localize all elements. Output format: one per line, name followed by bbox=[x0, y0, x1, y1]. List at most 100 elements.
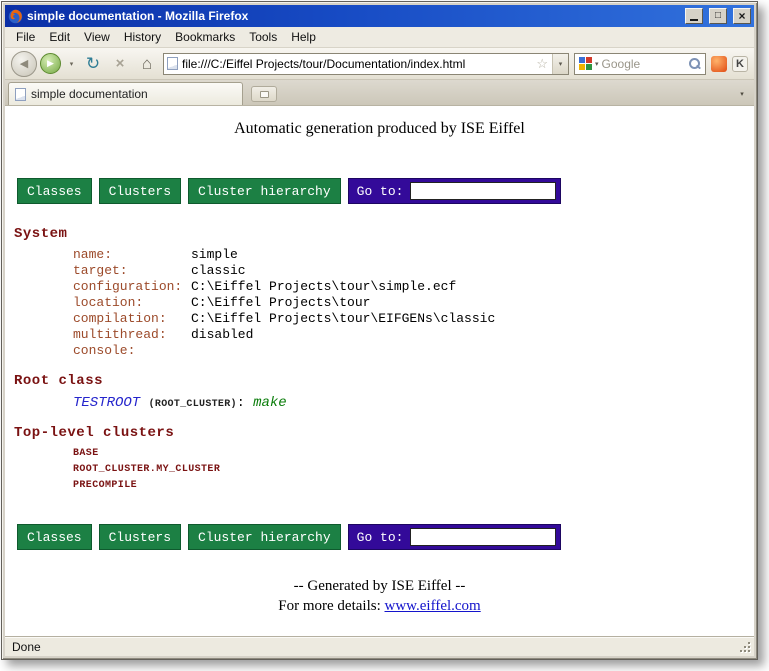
menu-edit[interactable]: Edit bbox=[42, 28, 77, 46]
root-class-heading: Root class bbox=[14, 373, 754, 389]
system-row-label: target: bbox=[73, 263, 191, 279]
system-heading: System bbox=[14, 226, 754, 242]
minimize-button[interactable] bbox=[685, 8, 703, 24]
page-icon bbox=[167, 57, 178, 70]
goto-input-bottom[interactable] bbox=[410, 528, 556, 546]
stop-button[interactable]: × bbox=[109, 53, 131, 75]
tab-label: simple documentation bbox=[31, 87, 148, 101]
make-feature-link[interactable]: make bbox=[253, 395, 287, 411]
forward-history-dropdown[interactable]: ▾ bbox=[66, 60, 77, 68]
forward-arrow-icon: ▶ bbox=[47, 58, 54, 69]
menu-history[interactable]: History bbox=[117, 28, 168, 46]
system-row: location: C:\Eiffel Projects\tour bbox=[73, 295, 754, 311]
search-engine-dropdown[interactable]: ▾ bbox=[595, 60, 599, 68]
system-row-label: configuration: bbox=[73, 279, 191, 295]
search-input[interactable] bbox=[602, 57, 685, 71]
system-row: compilation: C:\Eiffel Projects\tour\EIF… bbox=[73, 311, 754, 327]
doc-nav-top: Classes Clusters Cluster hierarchy Go to… bbox=[17, 178, 754, 204]
tab-list-button[interactable]: ▾ bbox=[733, 85, 751, 103]
system-row-label: location: bbox=[73, 295, 191, 311]
eiffel-link[interactable]: www.eiffel.com bbox=[385, 598, 481, 614]
system-row: target: classic bbox=[73, 263, 754, 279]
close-button[interactable]: × bbox=[733, 8, 751, 24]
system-row-value: disabled bbox=[191, 327, 253, 343]
system-row-label: multithread: bbox=[73, 327, 191, 343]
page-content: Automatic generation produced by ISE Eif… bbox=[5, 106, 754, 636]
system-row-value: simple bbox=[191, 247, 238, 263]
goto-box-bottom: Go to: bbox=[348, 524, 562, 550]
goto-box: Go to: bbox=[348, 178, 562, 204]
new-tab-button[interactable] bbox=[251, 86, 277, 102]
testroot-class-link[interactable]: TESTROOT bbox=[73, 395, 140, 411]
url-input[interactable] bbox=[182, 57, 532, 71]
home-button[interactable]: ⌂ bbox=[136, 53, 158, 75]
titlebar: simple documentation - Mozilla Firefox □… bbox=[5, 5, 754, 27]
system-row-label: compilation: bbox=[73, 311, 191, 327]
details-prefix: For more details: bbox=[278, 598, 380, 614]
page-title: Automatic generation produced by ISE Eif… bbox=[5, 120, 754, 138]
details-line: For more details: www.eiffel.com bbox=[5, 596, 754, 616]
bookmark-star-icon[interactable]: ☆ bbox=[536, 56, 548, 72]
system-row-value: classic bbox=[191, 263, 246, 279]
maximize-icon: □ bbox=[715, 11, 721, 21]
address-bar: ☆ ▾ bbox=[163, 53, 569, 75]
extension-icon-2[interactable]: K bbox=[732, 56, 748, 72]
system-row: name: simple bbox=[73, 247, 754, 263]
system-row-label: name: bbox=[73, 247, 191, 263]
system-row: console: bbox=[73, 343, 754, 359]
goto-label: Go to: bbox=[357, 184, 404, 199]
resize-grip[interactable] bbox=[740, 642, 752, 654]
doc-footer: -- Generated by ISE Eiffel -- For more d… bbox=[5, 576, 754, 616]
doc-nav-bottom: Classes Clusters Cluster hierarchy Go to… bbox=[17, 524, 754, 550]
cluster-link[interactable]: ROOT_CLUSTER.MY_CLUSTER bbox=[73, 462, 754, 478]
system-row-value: C:\Eiffel Projects\tour\simple.ecf bbox=[191, 279, 456, 295]
classes-button-bottom[interactable]: Classes bbox=[17, 524, 92, 550]
menu-view[interactable]: View bbox=[77, 28, 117, 46]
menu-bar: File Edit View History Bookmarks Tools H… bbox=[5, 27, 754, 48]
tab-favicon bbox=[15, 88, 26, 101]
generated-line: -- Generated by ISE Eiffel -- bbox=[5, 576, 754, 596]
system-row: configuration: C:\Eiffel Projects\tour\s… bbox=[73, 279, 754, 295]
system-row-value: C:\Eiffel Projects\tour bbox=[191, 295, 370, 311]
forward-button[interactable]: ▶ bbox=[40, 53, 61, 74]
menu-bookmarks[interactable]: Bookmarks bbox=[168, 28, 242, 46]
reload-button[interactable]: ↻ bbox=[82, 53, 104, 75]
close-icon: × bbox=[738, 10, 745, 22]
classes-button[interactable]: Classes bbox=[17, 178, 92, 204]
chevron-down-icon: ▾ bbox=[740, 90, 744, 98]
minimize-icon bbox=[690, 19, 698, 21]
menu-help[interactable]: Help bbox=[284, 28, 323, 46]
system-row: multithread: disabled bbox=[73, 327, 754, 343]
tab-bar: simple documentation ▾ bbox=[5, 80, 754, 106]
cluster-link[interactable]: BASE bbox=[73, 446, 754, 462]
cluster-link[interactable]: PRECOMPILE bbox=[73, 478, 754, 494]
cluster-list: BASE ROOT_CLUSTER.MY_CLUSTER PRECOMPILE bbox=[5, 446, 754, 494]
system-row-label: console: bbox=[73, 343, 191, 359]
clusters-button-bottom[interactable]: Clusters bbox=[99, 524, 181, 550]
root-class-line: TESTROOT (ROOT_CLUSTER): make bbox=[73, 395, 754, 411]
menu-tools[interactable]: Tools bbox=[242, 28, 284, 46]
goto-input[interactable] bbox=[410, 182, 556, 200]
new-tab-icon bbox=[260, 91, 269, 98]
search-bar: ▾ bbox=[574, 53, 706, 75]
cluster-hierarchy-button-bottom[interactable]: Cluster hierarchy bbox=[188, 524, 341, 550]
clusters-heading: Top-level clusters bbox=[14, 425, 754, 441]
url-history-dropdown[interactable]: ▾ bbox=[552, 54, 568, 74]
extension-icon-1[interactable] bbox=[711, 56, 727, 72]
status-bar: Done bbox=[5, 636, 754, 656]
tab-simple-documentation[interactable]: simple documentation bbox=[8, 82, 243, 105]
maximize-button[interactable]: □ bbox=[709, 8, 727, 24]
root-cluster-ref: (ROOT_CLUSTER) bbox=[149, 399, 237, 410]
navigation-toolbar: ◀ ▶ ▾ ↻ × ⌂ ☆ ▾ ▾ K bbox=[5, 48, 754, 80]
colon-separator: : bbox=[237, 395, 245, 410]
google-logo-icon[interactable] bbox=[579, 57, 592, 70]
clusters-button[interactable]: Clusters bbox=[99, 178, 181, 204]
goto-label-bottom: Go to: bbox=[357, 530, 404, 545]
cluster-hierarchy-button[interactable]: Cluster hierarchy bbox=[188, 178, 341, 204]
firefox-logo-icon bbox=[8, 9, 23, 24]
search-magnifier-icon[interactable] bbox=[688, 57, 701, 70]
status-text: Done bbox=[12, 640, 41, 654]
back-button[interactable]: ◀ bbox=[11, 51, 37, 77]
browser-window: simple documentation - Mozilla Firefox □… bbox=[1, 1, 758, 660]
menu-file[interactable]: File bbox=[9, 28, 42, 46]
